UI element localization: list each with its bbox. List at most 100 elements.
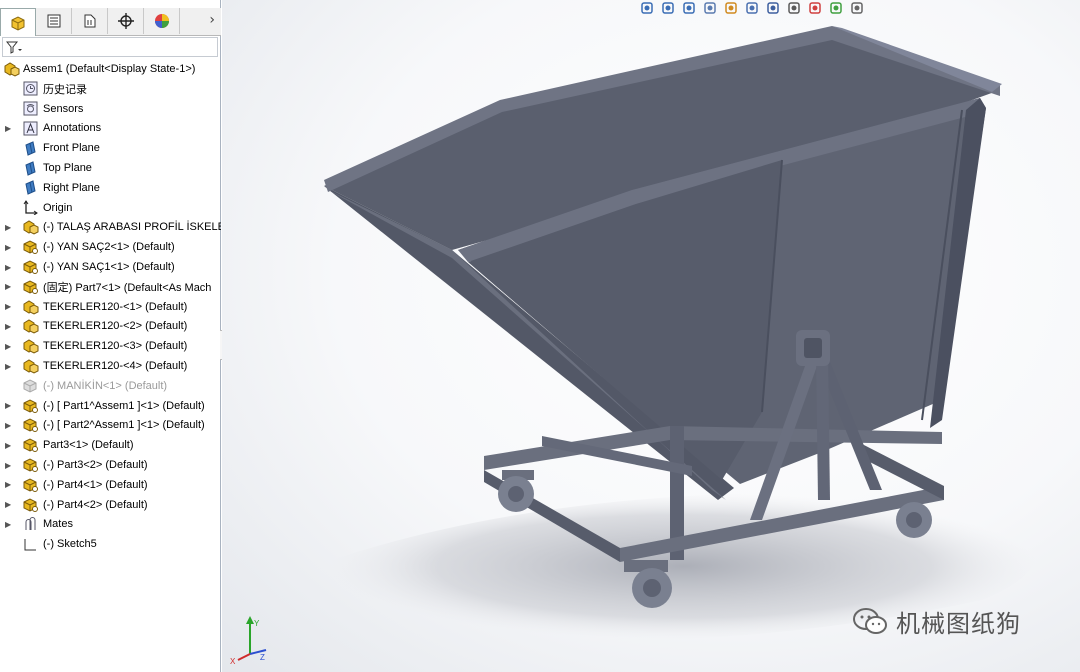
tree-item-label: (-) TALAŞ ARABASI PROFİL İSKELE (43, 221, 221, 234)
pivot-bearing-face (804, 338, 822, 358)
tree-item-label: (-) YAN SAÇ2<1> (Default) (43, 241, 175, 254)
watermark-text: 机械图纸狗 (896, 610, 1021, 638)
expand-arrow-icon[interactable]: ▶ (5, 223, 13, 232)
sensors-icon (22, 101, 39, 117)
plane-icon (22, 160, 39, 176)
tree-item[interactable]: ▶ (固定) Part7<1> (Default<As Mach (0, 277, 221, 297)
part-icon (22, 457, 39, 473)
tree-item[interactable]: Front Plane (0, 138, 221, 158)
tree-item[interactable]: Sensors (0, 99, 221, 119)
expand-arrow-icon[interactable]: ▶ (5, 520, 13, 529)
tree-root-assembly[interactable]: Assem1 (Default<Display State-1>) (0, 59, 221, 79)
tree-item[interactable]: (-) MANİKİN<1> (Default) (0, 376, 221, 396)
graphics-area[interactable]: Y X Z 机械图纸狗 (222, 0, 1080, 672)
tree-item-label: TEKERLER120-<3> (Default) (43, 340, 188, 353)
mates-icon (22, 516, 39, 532)
tree-item-label: (-) Part3<2> (Default) (43, 459, 148, 471)
tree-item-label: Front Plane (43, 142, 100, 155)
expand-arrow-icon[interactable]: ▶ (5, 282, 13, 291)
tree-item[interactable]: Origin (0, 198, 221, 218)
triad-x-label: X (230, 657, 236, 666)
tree-item-label: Sensors (43, 102, 84, 115)
triad-z-label: Z (260, 653, 265, 662)
tab-configuration-manager[interactable] (72, 8, 108, 34)
tree-item[interactable]: ▶ TEKERLER120-<1> (Default) (0, 297, 221, 317)
tree-item[interactable]: Top Plane (0, 158, 221, 178)
tree-item[interactable]: ▶ (-) YAN SAÇ1<1> (Default) (0, 257, 221, 277)
filter-icon[interactable] (6, 41, 22, 54)
tree-item[interactable]: ▶ (-) Part4<1> (Default) (0, 475, 221, 495)
expand-arrow-icon[interactable]: ▶ (5, 500, 13, 509)
sketch-icon (22, 536, 39, 552)
tree-item[interactable]: ▶ (-) [ Part1^Assem1 ]<1> (Default) (0, 396, 221, 416)
suppressed-part-icon (22, 378, 39, 394)
panel-tabs: › (0, 8, 221, 36)
part-icon (22, 437, 39, 453)
tree-item[interactable]: ▶ (-) TALAŞ ARABASI PROFİL İSKELE (0, 217, 221, 237)
tree-item[interactable]: ▶ Annotations (0, 118, 221, 138)
tree-item-label: Assem1 (Default<Display State-1>) (23, 63, 196, 75)
expand-arrow-icon[interactable]: ▶ (5, 302, 13, 311)
dimxpert-icon (117, 13, 134, 29)
tree-item[interactable]: Right Plane (0, 178, 221, 198)
triad-y-label: Y (254, 619, 260, 628)
coordinate-triad: Y X Z (230, 616, 267, 666)
tree-item[interactable]: ▶ (-) [ Part2^Assem1 ]<1> (Default) (0, 415, 221, 435)
tree-item[interactable]: ▶ (-) YAN SAÇ2<1> (Default) (0, 237, 221, 257)
feature-manager-icon (11, 15, 25, 31)
tree-item-label: Annotations (43, 122, 102, 135)
property-manager-icon (47, 14, 60, 28)
tree-item-label: 历史记录 (43, 83, 87, 96)
tree-item-label: Right Plane (43, 181, 100, 194)
stand-post (816, 352, 830, 500)
history-icon (22, 81, 39, 97)
tree-item-label: TEKERLER120-<1> (Default) (43, 300, 188, 313)
expand-arrow-icon[interactable]: ▶ (5, 362, 13, 371)
tree-item[interactable]: ▶ TEKERLER120-<3> (Default) (0, 336, 221, 356)
panel-expand-arrow[interactable]: › (209, 12, 215, 28)
tab-feature-manager[interactable] (0, 8, 36, 36)
tree-item-label: TEKERLER120-<4> (Default) (43, 360, 188, 372)
tab-display-manager[interactable] (144, 8, 180, 34)
tree-item[interactable]: ▶ Mates (0, 514, 221, 534)
expand-arrow-icon[interactable]: ▶ (5, 243, 13, 252)
expand-arrow-icon[interactable]: ▶ (5, 421, 13, 430)
tree-item[interactable]: ▶ (-) Part4<2> (Default) (0, 495, 221, 515)
tree-item[interactable]: ▶ (-) Part3<2> (Default) (0, 455, 221, 475)
expand-arrow-icon[interactable]: ▶ (5, 441, 13, 450)
tree-item-label: (-) Part4<2> (Default) (43, 498, 148, 511)
configuration-manager-icon (84, 14, 95, 28)
tree-item-label: (固定) Part7<1> (Default<As Mach (43, 281, 212, 294)
expand-arrow-icon[interactable]: ▶ (5, 263, 13, 272)
expand-arrow-icon[interactable]: ▶ (5, 401, 13, 410)
tree-item[interactable]: ▶ Part3<1> (Default) (0, 435, 221, 455)
caster-wheel-back-left (498, 470, 534, 512)
expand-arrow-icon[interactable]: ▶ (5, 124, 13, 133)
tree-item[interactable]: (-) Sketch5 (0, 534, 221, 554)
expand-arrow-icon[interactable]: ▶ (5, 342, 13, 351)
tree-item-label: Origin (43, 201, 73, 214)
feature-manager-panel: › Assem1 (Default<Display State-1>) 历史记录 S… (0, 0, 229, 672)
wechat-icon (853, 607, 887, 634)
tree-item-label: (-) Part4<1> (Default) (43, 478, 148, 491)
expand-arrow-icon[interactable]: ▶ (5, 480, 13, 489)
subassembly-icon (22, 318, 39, 334)
part-icon (22, 497, 39, 513)
plane-icon (22, 180, 39, 196)
expand-arrow-icon[interactable]: ▶ (5, 461, 13, 470)
tree-item[interactable]: ▶ TEKERLER120-<4> (Default) (0, 356, 221, 376)
plane-icon (22, 140, 39, 156)
tree-filter[interactable] (2, 37, 218, 57)
subassembly-icon (22, 219, 39, 235)
tab-property-manager[interactable] (36, 8, 72, 34)
tab-dimxpert-manager[interactable] (108, 8, 144, 34)
expand-arrow-icon[interactable]: ▶ (5, 322, 13, 331)
tree-item-label: (-) [ Part1^Assem1 ]<1> (Default) (43, 399, 205, 412)
tree-item[interactable]: 历史记录 (0, 79, 221, 99)
tipping-skip-cart-model[interactable] (222, 0, 1080, 672)
tree-item-label: Part3<1> (Default) (43, 439, 134, 452)
tree-item-label: (-) Sketch5 (43, 538, 97, 551)
part-icon (22, 417, 39, 433)
tree-item[interactable]: ▶ TEKERLER120-<2> (Default) (0, 316, 221, 336)
tree-item-label: (-) [ Part2^Assem1 ]<1> (Default) (43, 419, 205, 432)
